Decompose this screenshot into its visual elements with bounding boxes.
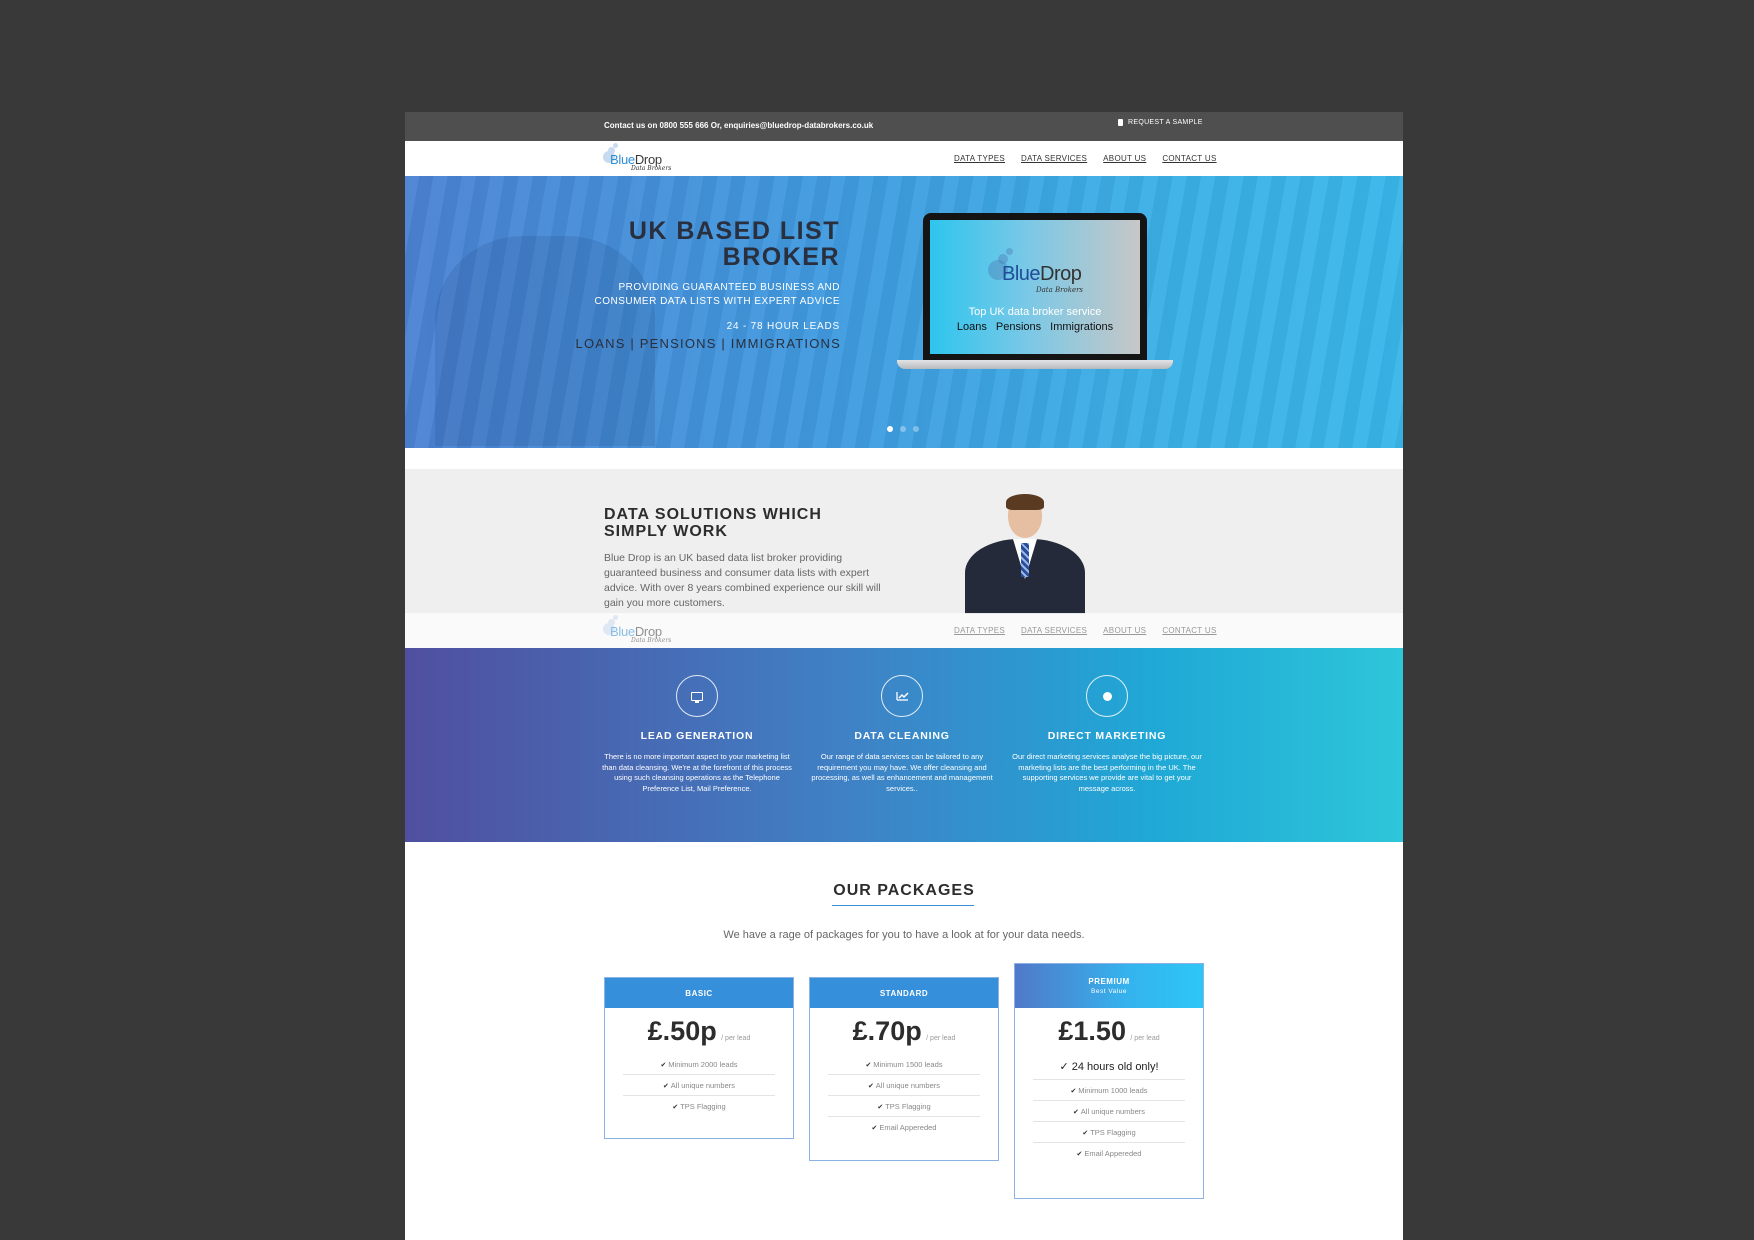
bluedrop-logo[interactable]: BlueDrop Data Brokers — [603, 143, 673, 173]
globe-icon — [1102, 691, 1112, 701]
service-text: Our range of data services can be tailor… — [811, 752, 993, 793]
laptop-image: BlueDrop Data Brokers Top UK data broker… — [897, 213, 1173, 369]
nav-contact-us[interactable]: CONTACT US — [1162, 154, 1216, 163]
package-header: PREMIUM Best Value — [1015, 964, 1203, 1008]
service-text: There is no more important aspect to you… — [602, 752, 792, 793]
about-text: Blue Drop is an UK based data list broke… — [604, 552, 881, 609]
logo-tagline: Data Brokers — [631, 165, 672, 172]
chart-icon — [895, 692, 909, 701]
service-text: Our direct marketing services analyse th… — [1012, 752, 1202, 793]
sticky-nav-contact-us[interactable]: CONTACT US — [1162, 626, 1216, 635]
sticky-nav-data-types[interactable]: DATA TYPES — [954, 626, 1005, 635]
slider-dot-3[interactable] — [913, 426, 919, 432]
sticky-nav-menu: DATA TYPES DATA SERVICES ABOUT US CONTAC… — [954, 626, 1217, 635]
slider-dot-1[interactable] — [887, 426, 893, 432]
best-value-badge: Best Value — [1091, 988, 1127, 995]
about-title: DATA SOLUTIONS WHICH SIMPLY WORK — [604, 506, 822, 540]
list-item: TPS Flagging — [623, 1096, 775, 1117]
list-item: TPS Flagging — [828, 1096, 980, 1117]
package-card-premium[interactable]: PREMIUMBest Value £1.50 / per lead 24 ho… — [1014, 963, 1204, 1199]
monitor-icon — [691, 691, 703, 703]
packages-title: OUR PACKAGES — [833, 882, 975, 899]
screen-logo: BlueDrop Data Brokers — [988, 248, 1098, 294]
hero-subtitle: PROVIDING GUARANTEED BUSINESS AND CONSUM… — [594, 282, 840, 307]
logo-tagline: Data Brokers — [631, 637, 672, 644]
screen-logo-tagline: Data Brokers — [1036, 286, 1084, 294]
laptop-screen: BlueDrop Data Brokers Top UK data broker… — [930, 220, 1140, 354]
hero-slider: UK BASED LIST BROKER PROVIDING GUARANTEE… — [405, 176, 1403, 448]
document-icon — [1118, 119, 1123, 126]
sticky-nav-about-us[interactable]: ABOUT US — [1103, 626, 1146, 635]
service-title: DIRECT MARKETING — [1047, 730, 1167, 742]
service-icon-button[interactable] — [881, 675, 923, 717]
nav-about-us[interactable]: ABOUT US — [1103, 154, 1146, 163]
hero-tags: LOANS | PENSIONS | IMMIGRATIONS — [575, 336, 841, 351]
package-features: Minimum 1500 leads All unique numbers TP… — [828, 1054, 980, 1138]
list-item: All unique numbers — [828, 1075, 980, 1096]
main-nav: BlueDrop Data Brokers DATA TYPES DATA SE… — [405, 141, 1403, 176]
list-item: Minimum 1000 leads — [1033, 1080, 1185, 1101]
list-item: Minimum 2000 leads — [623, 1054, 775, 1075]
screen-tagline: Top UK data broker service — [968, 306, 1102, 318]
nav-menu: DATA TYPES DATA SERVICES ABOUT US CONTAC… — [954, 154, 1217, 163]
package-highlight: 24 hours old only! — [1033, 1054, 1185, 1080]
list-item: Email Appereded — [828, 1117, 980, 1138]
package-header: BASIC — [605, 978, 793, 1008]
businessman-image — [965, 494, 1085, 614]
slider-dots — [887, 426, 919, 432]
packages-title-underline — [832, 905, 974, 906]
list-item: All unique numbers — [1033, 1101, 1185, 1122]
nav-data-services[interactable]: DATA SERVICES — [1021, 154, 1087, 163]
package-price: £.70p / per lead — [852, 1016, 956, 1046]
slider-dot-2[interactable] — [900, 426, 906, 432]
sticky-nav-data-services[interactable]: DATA SERVICES — [1021, 626, 1087, 635]
sticky-logo[interactable]: BlueDrop Data Brokers — [603, 615, 673, 645]
about-section: DATA SOLUTIONS WHICH SIMPLY WORK Blue Dr… — [405, 469, 1403, 614]
services-section: LEAD GENERATION There is no more importa… — [405, 648, 1403, 842]
list-item: Minimum 1500 leads — [828, 1054, 980, 1075]
sticky-nav: BlueDrop Data Brokers DATA TYPES DATA SE… — [405, 613, 1403, 648]
screen-products: Loans Pensions Immigrations — [956, 321, 1114, 333]
website-page: Contact us on 0800 555 666 Or, enquiries… — [405, 112, 1403, 1240]
package-card-basic[interactable]: BASIC £.50p / per lead Minimum 2000 lead… — [604, 977, 794, 1139]
hero-title: UK BASED LIST BROKER — [628, 217, 840, 271]
service-title: LEAD GENERATION — [640, 730, 754, 742]
package-price: £1.50 / per lead — [1058, 1016, 1160, 1046]
packages-subtitle: We have a rage of packages for you to ha… — [723, 929, 1085, 941]
service-title: DATA CLEANING — [854, 730, 950, 742]
package-features: Minimum 1000 leads All unique numbers TP… — [1033, 1080, 1185, 1164]
nav-data-types[interactable]: DATA TYPES — [954, 154, 1005, 163]
package-header: STANDARD — [810, 978, 998, 1008]
hero-leads: 24 - 78 HOUR LEADS — [726, 321, 840, 332]
list-item: All unique numbers — [623, 1075, 775, 1096]
contact-info: Contact us on 0800 555 666 Or, enquiries… — [604, 121, 874, 130]
request-sample-link[interactable]: REQUEST A SAMPLE — [1118, 119, 1203, 126]
service-icon-button[interactable] — [1086, 675, 1128, 717]
package-price: £.50p / per lead — [647, 1016, 751, 1046]
list-item: TPS Flagging — [1033, 1122, 1185, 1143]
request-sample-label: REQUEST A SAMPLE — [1128, 119, 1203, 126]
top-bar: Contact us on 0800 555 666 Or, enquiries… — [405, 112, 1403, 141]
list-item: Email Appereded — [1033, 1143, 1185, 1164]
screen-logo-wordmark: BlueDrop — [1002, 263, 1082, 285]
package-features: Minimum 2000 leads All unique numbers TP… — [623, 1054, 775, 1117]
service-icon-button[interactable] — [676, 675, 718, 717]
package-card-standard[interactable]: STANDARD £.70p / per lead Minimum 1500 l… — [809, 977, 999, 1161]
